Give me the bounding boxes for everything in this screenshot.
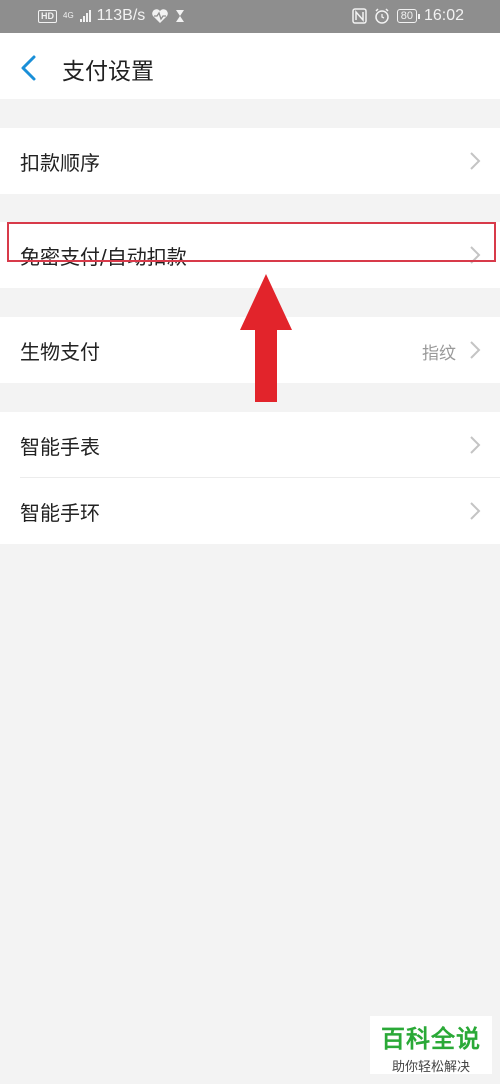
network-type: 4G bbox=[63, 11, 74, 20]
watermark-logo: 百科全说 助你轻松解决 bbox=[370, 1016, 492, 1075]
network-speed: 113B/s bbox=[96, 7, 146, 24]
settings-item-value: 指纹 bbox=[422, 344, 456, 364]
status-time: 16:02 bbox=[423, 7, 464, 24]
page-title: 支付设置 bbox=[62, 59, 154, 85]
status-bar-right: 80 16:02 bbox=[351, 7, 464, 25]
hd-badge: HD bbox=[38, 9, 57, 23]
settings-item-label: 智能手表 bbox=[20, 435, 100, 459]
nfc-icon bbox=[351, 8, 367, 24]
settings-item-label: 扣款顺序 bbox=[20, 151, 100, 175]
settings-item-label: 智能手环 bbox=[20, 501, 100, 525]
settings-item-label: 生物支付 bbox=[20, 340, 100, 364]
app-header: 支付设置 bbox=[0, 33, 500, 99]
settings-item-smartwatch[interactable]: 智能手表 bbox=[0, 412, 500, 478]
chevron-right-icon bbox=[470, 246, 481, 264]
chevron-right-icon bbox=[470, 341, 481, 359]
watermark-title: 百科全说 bbox=[381, 1025, 481, 1053]
heart-rate-icon bbox=[152, 9, 169, 23]
hourglass-icon bbox=[176, 10, 185, 22]
chevron-right-icon bbox=[470, 502, 481, 520]
chevron-right-icon bbox=[470, 152, 481, 170]
chevron-left-icon[interactable] bbox=[14, 53, 44, 83]
chevron-right-icon bbox=[470, 436, 481, 454]
battery-icon: 80 bbox=[396, 9, 421, 23]
signal-icon bbox=[79, 10, 91, 22]
watermark-subtitle: 助你轻松解决 bbox=[391, 1060, 470, 1075]
settings-item-label: 免密支付/自动扣款 bbox=[20, 245, 187, 269]
status-bar-left: HD 4G 113B/s bbox=[38, 7, 185, 25]
settings-item-smartband[interactable]: 智能手环 bbox=[0, 478, 500, 544]
settings-item-deduction-order[interactable]: 扣款顺序 bbox=[0, 128, 500, 194]
up-arrow-icon bbox=[240, 274, 292, 402]
alarm-icon bbox=[374, 8, 389, 24]
status-bar: HD 4G 113B/s 80 16:02 bbox=[0, 0, 500, 33]
